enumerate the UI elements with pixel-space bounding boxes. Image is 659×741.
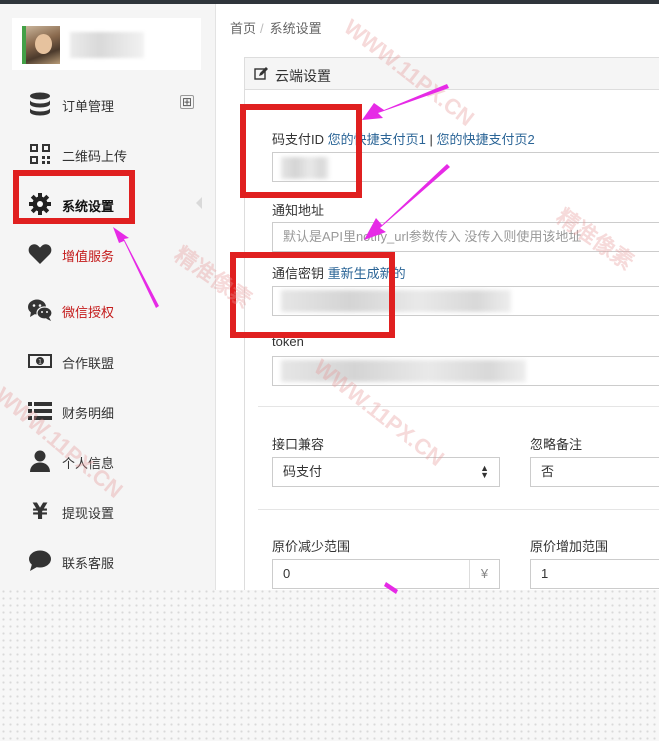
avatar[interactable] — [22, 26, 60, 64]
pay-id-redacted — [281, 157, 329, 179]
qrcode-icon — [26, 140, 54, 168]
regenerate-key-link[interactable]: 重新生成新的 — [328, 266, 406, 281]
edit-icon — [254, 67, 268, 81]
sidebar-item-label: 二维码上传 — [62, 149, 128, 164]
sidebar-item-wechat-auth[interactable]: 微信授权 — [0, 288, 216, 332]
breadcrumb-separator: / — [260, 21, 264, 36]
sidebar-item-qrcode-upload[interactable]: 二维码上传 — [0, 132, 216, 176]
secret-key-redacted — [281, 290, 511, 312]
sidebar-item-label: 系统设置 — [62, 199, 115, 214]
list-icon — [26, 397, 54, 425]
breadcrumb-home[interactable]: 首页 — [230, 21, 256, 36]
app-window: 订单管理 ⊞ 二维码上传 系统设置 增值服务 微信授权 1 合作联盟 财务明细 … — [0, 4, 659, 590]
yen-icon: ¥ — [26, 497, 54, 525]
money-icon: 1 — [26, 347, 54, 375]
price-decrease-input[interactable]: 0 ¥ — [272, 559, 500, 589]
price-increase-input[interactable]: 1 — [530, 559, 659, 589]
comment-icon — [26, 547, 54, 575]
ignore-note-select[interactable]: 否 — [530, 457, 659, 487]
price-decrease-label: 原价减少范围 — [272, 539, 351, 554]
database-icon — [26, 90, 54, 118]
sidebar-item-orders[interactable]: 订单管理 ⊞ — [0, 82, 216, 126]
panel-header: 云端设置 — [245, 58, 659, 90]
sidebar-item-profile[interactable]: 个人信息 — [0, 439, 216, 483]
notify-url-label: 通知地址 — [272, 203, 325, 218]
sidebar-item-label: 提现设置 — [62, 506, 115, 521]
interface-compat-label: 接口兼容 — [272, 437, 325, 452]
quick-pay-page-2-link[interactable]: 您的快捷支付页2 — [437, 132, 535, 147]
svg-text:¥: ¥ — [32, 500, 48, 524]
ignore-note-label: 忽略备注 — [530, 437, 583, 452]
link-divider: | — [429, 132, 433, 147]
select-arrows-icon: ▲ ▼ — [480, 463, 489, 480]
notify-url-input[interactable]: 默认是API里notify_url参数传入 没传入则使用该地址 — [272, 222, 659, 252]
sidebar: 订单管理 ⊞ 二维码上传 系统设置 增值服务 微信授权 1 合作联盟 财务明细 … — [0, 4, 216, 590]
collapse-caret-icon[interactable] — [196, 197, 202, 209]
sidebar-item-finance[interactable]: 财务明细 — [0, 389, 216, 433]
sidebar-item-value-added[interactable]: 增值服务 — [0, 232, 216, 276]
gear-icon — [26, 190, 54, 218]
breadcrumb-current: 系统设置 — [269, 21, 322, 36]
pay-id-label: 码支付ID 您的快捷支付页1 | 您的快捷支付页2 — [272, 129, 535, 148]
username-redacted — [70, 32, 144, 58]
sidebar-item-label: 个人信息 — [62, 456, 115, 471]
secret-key-input[interactable] — [272, 286, 659, 316]
breadcrumb: 首页 / 系统设置 — [230, 18, 322, 37]
secret-key-label: 通信密钥 重新生成新的 — [272, 263, 406, 282]
currency-addon: ¥ — [469, 560, 499, 588]
price-increase-label: 原价增加范围 — [530, 539, 609, 554]
wechat-icon — [26, 296, 54, 324]
user-icon — [26, 447, 54, 475]
interface-compat-value: 码支付 — [283, 464, 323, 479]
heart-icon — [26, 240, 54, 268]
sidebar-item-withdraw[interactable]: ¥ 提现设置 — [0, 489, 216, 533]
expand-icon[interactable]: ⊞ — [180, 95, 194, 109]
section-divider — [258, 509, 659, 510]
sidebar-item-label: 订单管理 — [62, 99, 115, 114]
price-decrease-value: 0 — [283, 566, 291, 581]
sidebar-item-alliance[interactable]: 1 合作联盟 — [0, 339, 216, 383]
sidebar-item-support[interactable]: 联系客服 — [0, 539, 216, 583]
section-divider — [258, 406, 659, 407]
svg-text:1: 1 — [38, 359, 42, 366]
sidebar-item-label: 合作联盟 — [62, 356, 115, 371]
token-redacted — [281, 360, 526, 382]
secret-key-label-text: 通信密钥 — [272, 266, 325, 281]
sidebar-item-label: 增值服务 — [62, 249, 115, 264]
user-card[interactable] — [12, 18, 201, 70]
token-input[interactable] — [272, 356, 659, 386]
sidebar-item-label: 联系客服 — [62, 556, 115, 571]
token-label: token — [272, 334, 304, 349]
interface-compat-select[interactable]: 码支付 ▲ ▼ — [272, 457, 500, 487]
quick-pay-page-1-link[interactable]: 您的快捷支付页1 — [328, 132, 426, 147]
pay-id-label-text: 码支付ID — [272, 132, 325, 147]
pay-id-input[interactable] — [272, 152, 659, 182]
sidebar-item-label: 微信授权 — [62, 305, 115, 320]
sidebar-item-label: 财务明细 — [62, 406, 115, 421]
panel-title: 云端设置 — [275, 68, 331, 84]
sidebar-item-settings[interactable]: 系统设置 — [0, 182, 216, 226]
